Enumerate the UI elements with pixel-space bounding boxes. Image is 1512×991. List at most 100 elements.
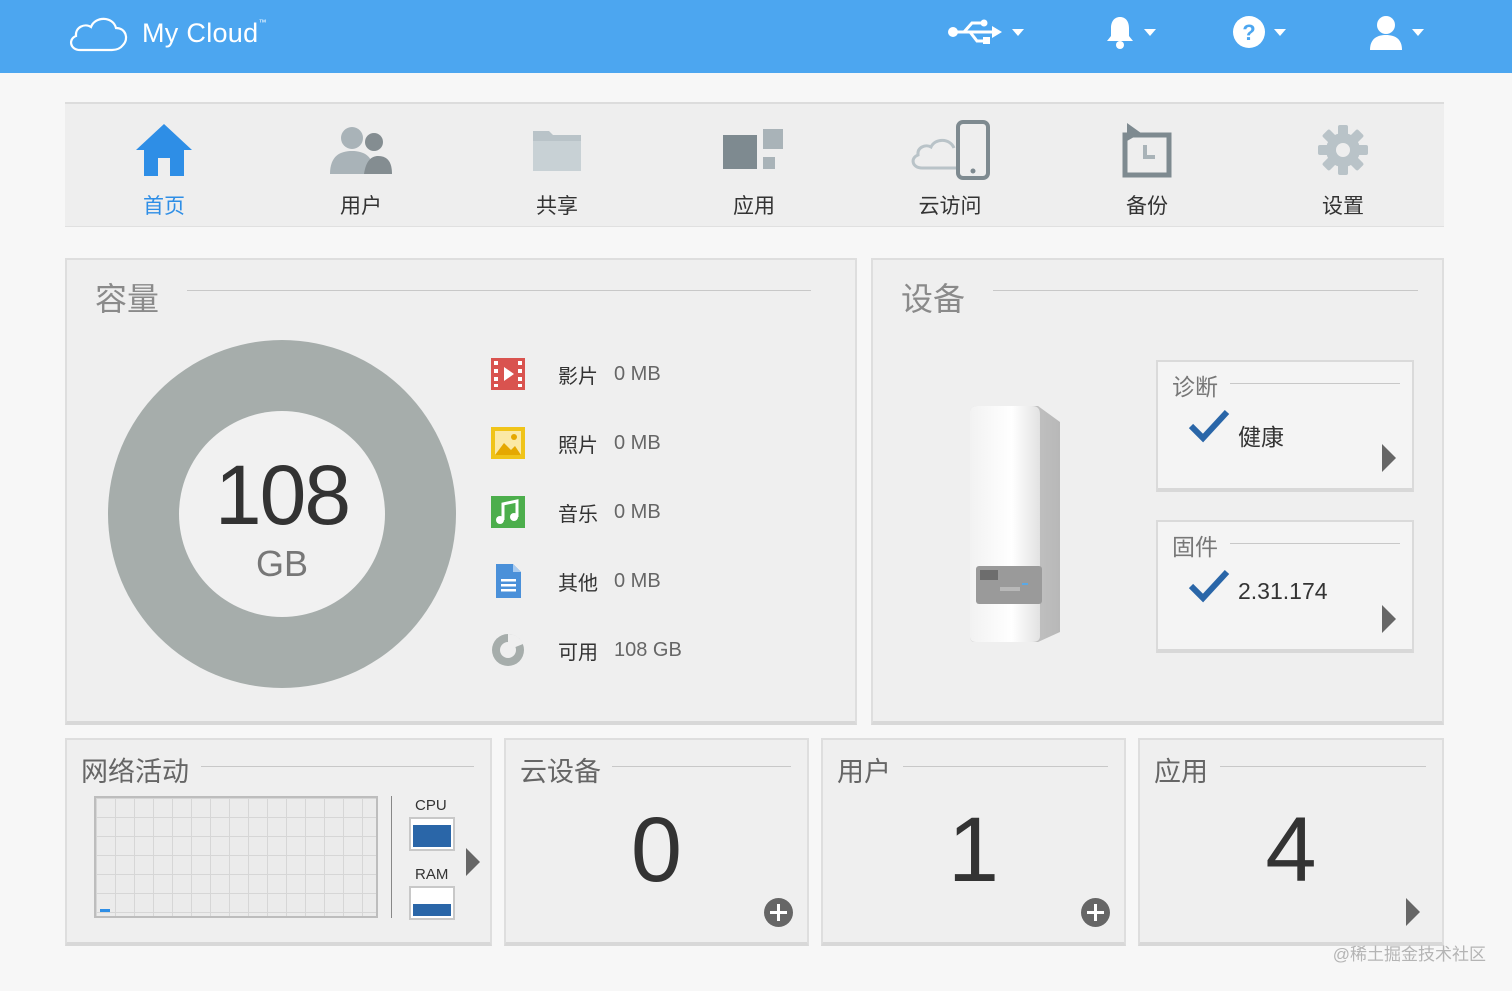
panel-title: 设备	[901, 281, 966, 317]
legend-item-other[interactable]: 其他 0 MB	[490, 563, 661, 599]
card-title: 诊断	[1172, 374, 1218, 400]
panel-title: 用户	[837, 757, 891, 787]
watermark: @稀土掘金技术社区	[1332, 945, 1486, 964]
users-count: 1	[947, 799, 1000, 901]
legend-name: 音乐	[558, 503, 598, 526]
nav-label: 应用	[733, 195, 775, 218]
backup-icon	[1122, 123, 1172, 178]
add-cloud-device-button[interactable]	[764, 898, 793, 927]
ram-label: RAM	[415, 866, 449, 883]
panel-title: 应用	[1154, 757, 1208, 787]
divider	[1230, 383, 1400, 384]
nav-item-settings[interactable]: 设置	[1273, 118, 1413, 218]
divider	[993, 290, 1418, 291]
chevron-right-icon[interactable]	[1382, 444, 1396, 472]
legend-item-free[interactable]: 可用 108 GB	[490, 632, 682, 668]
nav-label: 云访问	[918, 195, 982, 218]
music-icon	[490, 494, 526, 530]
divider	[391, 796, 392, 918]
legend-value: 108 GB	[614, 638, 682, 661]
help-button[interactable]: ?	[1232, 10, 1286, 54]
diagnostics-status: 健康	[1238, 424, 1284, 450]
bell-icon	[1107, 17, 1133, 49]
cpu-label: CPU	[415, 797, 447, 814]
notifications-button[interactable]	[1104, 10, 1156, 54]
check-icon	[1188, 409, 1230, 443]
add-user-button[interactable]	[1081, 898, 1110, 927]
cloud-logo-icon	[70, 17, 128, 52]
nav-item-shares[interactable]: 共享	[487, 118, 627, 218]
capacity-total-value: 108	[214, 448, 351, 542]
nav-label: 用户	[340, 195, 382, 218]
nav-item-cloud-access[interactable]: 云访问	[880, 118, 1020, 218]
chevron-right-icon[interactable]	[1406, 898, 1420, 926]
nav-item-users[interactable]: 用户	[291, 118, 431, 218]
diagnostics-card[interactable]: 诊断 健康	[1156, 360, 1414, 492]
divider	[1220, 766, 1426, 767]
network-graph	[94, 796, 378, 918]
app-name: My Cloud™	[142, 17, 267, 48]
legend-name: 照片	[558, 434, 598, 457]
logo[interactable]: My Cloud™	[66, 12, 267, 54]
nav-item-backup[interactable]: 备份	[1077, 118, 1217, 218]
firmware-version: 2.31.174	[1238, 578, 1328, 604]
home-icon	[136, 124, 192, 176]
capacity-donut-chart: 108 GB	[108, 340, 456, 688]
document-icon	[490, 563, 526, 599]
legend-item-music[interactable]: 音乐 0 MB	[490, 494, 661, 530]
nav-label: 首页	[143, 195, 185, 218]
apps-icon	[723, 129, 783, 169]
cpu-meter	[409, 817, 455, 851]
legend-name: 可用	[558, 641, 598, 664]
nav-item-home[interactable]: 首页	[94, 118, 234, 218]
chevron-down-icon	[1012, 28, 1024, 36]
legend-name: 影片	[558, 365, 598, 388]
chevron-right-icon[interactable]	[466, 848, 480, 876]
video-icon	[490, 356, 526, 392]
gear-icon	[1318, 125, 1368, 175]
divider	[1230, 543, 1400, 544]
main-nav: 首页 用户 共享 应用 云访问 备份 设置	[65, 102, 1444, 227]
panel-title: 网络活动	[81, 757, 189, 787]
divider	[903, 766, 1108, 767]
legend-value: 0 MB	[614, 431, 661, 454]
usb-icon	[948, 19, 1002, 44]
chevron-down-icon	[1144, 28, 1156, 36]
users-panel: 用户 1	[821, 738, 1126, 946]
apps-count: 4	[1265, 799, 1317, 901]
legend-item-videos[interactable]: 影片 0 MB	[490, 356, 661, 392]
ram-meter-fill	[413, 904, 451, 916]
chevron-down-icon	[1274, 28, 1286, 36]
users-icon	[330, 127, 392, 174]
capacity-total-unit: GB	[255, 543, 308, 584]
user-icon	[1370, 16, 1402, 50]
legend-item-photos[interactable]: 照片 0 MB	[490, 425, 661, 461]
cpu-meter-fill	[413, 825, 451, 847]
apps-panel: 应用 4	[1138, 738, 1444, 946]
cloud-devices-panel: 云设备 0	[504, 738, 809, 946]
free-space-icon	[490, 632, 526, 668]
photo-icon	[490, 425, 526, 461]
ram-meter	[409, 886, 455, 920]
cloud-device-icon	[911, 120, 990, 180]
help-icon: ?	[1233, 16, 1265, 48]
legend-name: 其他	[558, 572, 598, 595]
usb-menu-button[interactable]	[946, 10, 1024, 54]
donut-center: 108 GB	[179, 411, 385, 617]
legend-value: 0 MB	[614, 362, 661, 385]
card-title: 固件	[1172, 534, 1218, 560]
legend-value: 0 MB	[614, 569, 661, 592]
nav-item-apps[interactable]: 应用	[684, 118, 824, 218]
nas-device-image	[970, 406, 1060, 642]
folder-icon	[533, 131, 581, 171]
cloud-devices-count: 0	[630, 799, 683, 901]
divider	[612, 766, 791, 767]
firmware-card[interactable]: 固件 2.31.174	[1156, 520, 1414, 653]
legend-value: 0 MB	[614, 500, 661, 523]
account-button[interactable]	[1368, 10, 1424, 54]
chevron-right-icon[interactable]	[1382, 605, 1396, 633]
divider	[201, 766, 474, 767]
top-bar: My Cloud™ ?	[0, 0, 1512, 73]
panel-title: 容量	[95, 281, 160, 317]
divider	[187, 290, 811, 291]
